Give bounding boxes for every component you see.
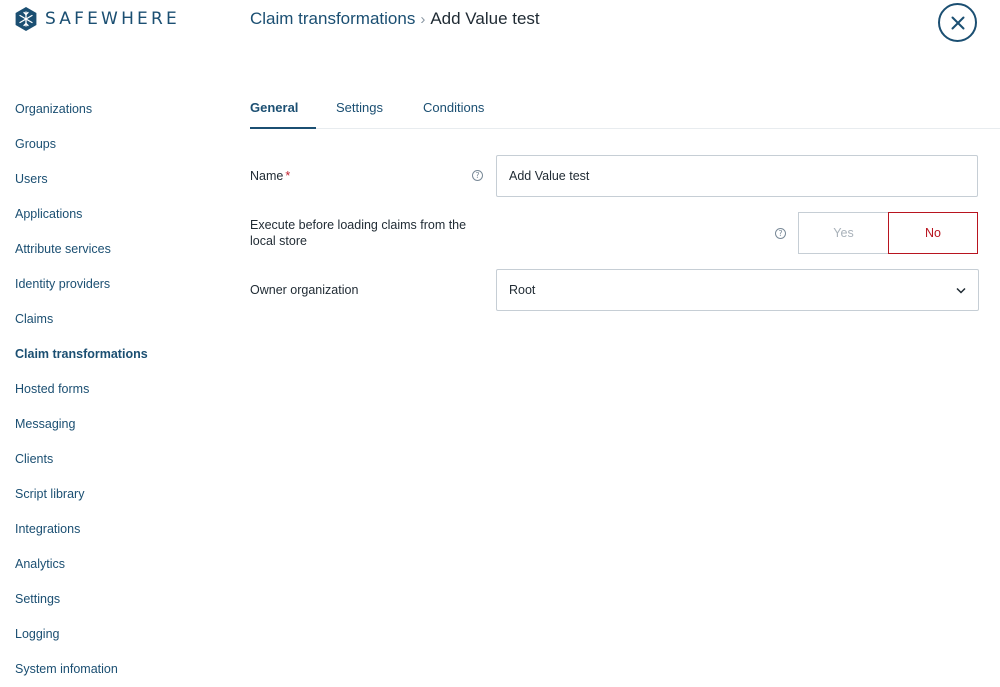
logo[interactable]: SAFEWHERE <box>15 7 180 31</box>
sidebar-item-hosted-forms[interactable]: Hosted forms <box>15 378 215 413</box>
sidebar-item-groups[interactable]: Groups <box>15 133 215 168</box>
sidebar-item-logging[interactable]: Logging <box>15 623 215 658</box>
execute-before-label: Execute before loading claims from the l… <box>250 217 466 249</box>
sidebar-nav: Organizations Groups Users Applications … <box>15 98 215 687</box>
owner-organization-value: Root <box>509 283 536 297</box>
execute-before-toggle: Yes No <box>798 212 978 254</box>
name-input[interactable] <box>496 155 978 197</box>
owner-organization-label: Owner organization <box>250 283 359 297</box>
tab-settings[interactable]: Settings <box>336 90 383 129</box>
sidebar-item-attribute-services[interactable]: Attribute services <box>15 238 215 273</box>
close-icon <box>951 16 964 29</box>
tab-bar: General Settings Conditions <box>250 90 1000 129</box>
owner-organization-select[interactable]: Root <box>496 269 979 311</box>
sidebar-item-script-library[interactable]: Script library <box>15 483 215 518</box>
sidebar-item-integrations[interactable]: Integrations <box>15 518 215 553</box>
toggle-no-button[interactable]: No <box>888 212 978 254</box>
snowflake-logo-icon <box>15 7 37 31</box>
breadcrumb-separator: › <box>420 10 426 28</box>
required-marker: * <box>285 169 291 183</box>
sidebar-item-analytics[interactable]: Analytics <box>15 553 215 588</box>
app-window: SAFEWHERE Claim transformations › Add Va… <box>0 0 1000 687</box>
execute-before-label-line2: local store <box>250 234 307 248</box>
help-icon[interactable]: ? <box>472 170 483 181</box>
chevron-down-icon <box>956 287 966 294</box>
sidebar-item-clients[interactable]: Clients <box>15 448 215 483</box>
sidebar-item-claims[interactable]: Claims <box>15 308 215 343</box>
breadcrumb-parent-link[interactable]: Claim transformations <box>250 9 415 29</box>
help-icon[interactable]: ? <box>775 228 786 239</box>
sidebar-item-applications[interactable]: Applications <box>15 203 215 238</box>
brand-name: SAFEWHERE <box>45 9 180 29</box>
page-title: Add Value test <box>430 9 540 28</box>
breadcrumb: Claim transformations › Add Value test <box>250 9 540 29</box>
sidebar-item-organizations[interactable]: Organizations <box>15 98 215 133</box>
sidebar-item-settings[interactable]: Settings <box>15 588 215 623</box>
sidebar-item-claim-transformations[interactable]: Claim transformations <box>15 343 215 378</box>
close-button[interactable] <box>938 3 977 42</box>
sidebar-item-identity-providers[interactable]: Identity providers <box>15 273 215 308</box>
tab-general[interactable]: General <box>250 90 316 129</box>
execute-before-label-line1: Execute before loading claims from the <box>250 218 467 232</box>
tab-conditions[interactable]: Conditions <box>423 90 484 129</box>
sidebar-item-system-information[interactable]: System infomation <box>15 658 215 687</box>
sidebar-item-messaging[interactable]: Messaging <box>15 413 215 448</box>
name-field-label: Name * <box>250 168 290 184</box>
name-label-text: Name <box>250 169 284 183</box>
toggle-yes-button[interactable]: Yes <box>798 212 888 254</box>
sidebar-item-users[interactable]: Users <box>15 168 215 203</box>
